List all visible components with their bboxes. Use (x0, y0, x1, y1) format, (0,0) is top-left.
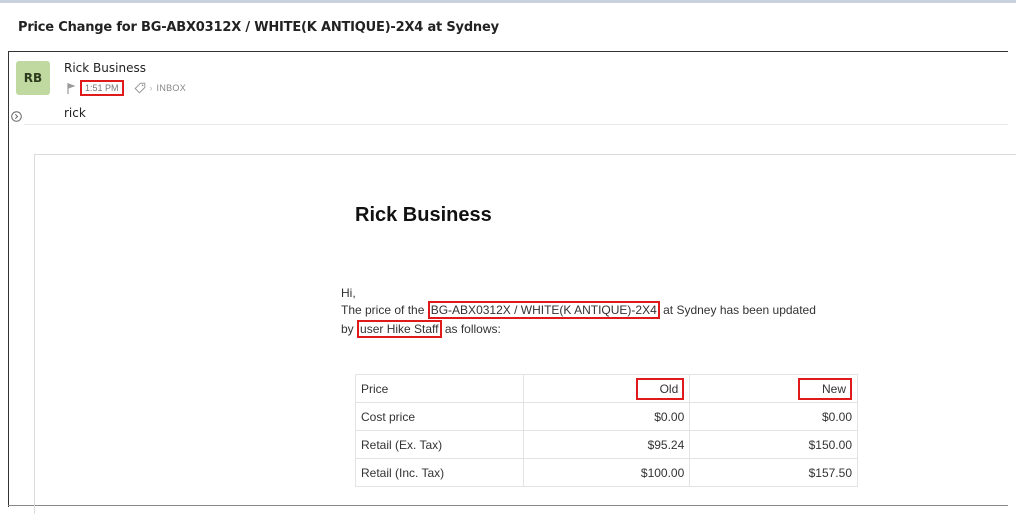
avatar[interactable]: RB (16, 61, 50, 95)
flag-icon[interactable] (66, 81, 78, 95)
frame-left-border (8, 51, 9, 507)
table-row: Retail (Inc. Tax) $100.00 $157.50 (355, 458, 858, 487)
expand-icon[interactable] (11, 111, 22, 122)
line2-suffix: as follows: (441, 322, 501, 336)
business-title: Rick Business (355, 204, 492, 226)
user-name: user Hike Staff (357, 320, 442, 338)
frame-top-border (8, 51, 1008, 52)
line2-prefix: by (341, 322, 358, 336)
header-divider (24, 124, 1008, 125)
new-value: $150.00 (689, 430, 858, 459)
folder-label[interactable]: INBOX (157, 83, 187, 93)
recipient-name[interactable]: rick (64, 106, 86, 120)
greeting: Hi, (341, 286, 356, 300)
sender-name[interactable]: Rick Business (64, 61, 146, 75)
table-row: Cost price $0.00 $0.00 (355, 402, 858, 431)
line1-prefix: The price of the (341, 303, 428, 317)
old-value: $0.00 (522, 402, 691, 431)
product-name: BG-ABX0312X / WHITE(K ANTIQUE)-2X4 (427, 301, 660, 319)
price-table: Price Old New Cost price $0.00 $0.00 Ret… (355, 374, 858, 487)
email-subject: Price Change for BG-ABX0312X / WHITE(K A… (18, 20, 499, 35)
window-top-border (0, 0, 1016, 3)
row-label: Retail (Ex. Tax) (355, 430, 524, 459)
header-price: Price (355, 374, 524, 403)
line1-suffix: at Sydney has been updated (659, 303, 816, 317)
message-line-2: by user Hike Staff as follows: (341, 320, 501, 338)
meta-separator: › (149, 83, 153, 93)
row-label: Cost price (355, 402, 524, 431)
table-row: Retail (Ex. Tax) $95.24 $150.00 (355, 430, 858, 459)
old-value: $100.00 (522, 458, 691, 487)
header-old: Old (635, 377, 685, 400)
message-time: 1:51 PM (80, 80, 124, 96)
new-value: $0.00 (689, 402, 858, 431)
table-header-row: Price Old New (355, 374, 858, 403)
row-label: Retail (Inc. Tax) (355, 458, 524, 487)
tag-icon[interactable] (134, 82, 146, 94)
message-meta: 1:51 PM › INBOX (66, 80, 186, 96)
new-value: $157.50 (689, 458, 858, 487)
header-new: New (797, 377, 852, 400)
old-value: $95.24 (522, 430, 691, 459)
message-line-1: The price of the BG-ABX0312X / WHITE(K A… (341, 301, 816, 319)
